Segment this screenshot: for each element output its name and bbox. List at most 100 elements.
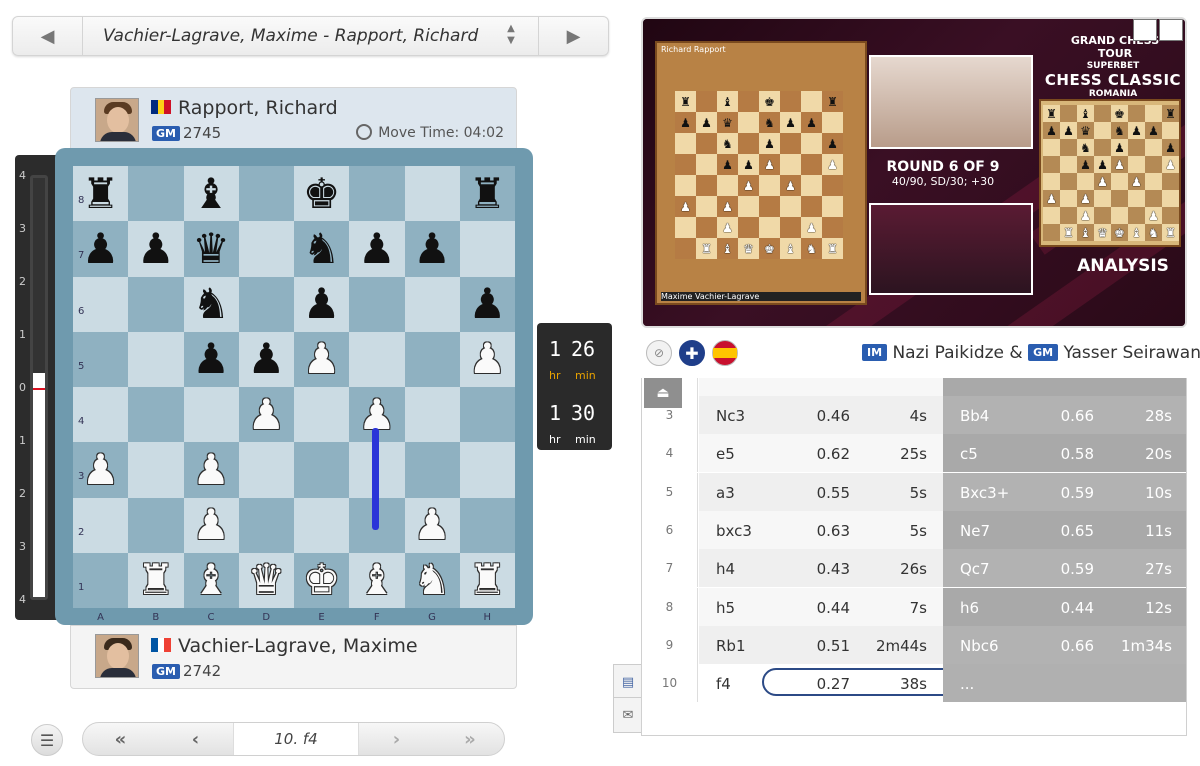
square-f6[interactable]	[349, 276, 405, 332]
square-g7[interactable]: ♟	[404, 221, 460, 277]
square-d1[interactable]: ♛	[238, 552, 294, 608]
black-move-cell[interactable]: h6 0.44 12s	[943, 587, 1186, 626]
square-c1[interactable]: ♝	[183, 552, 239, 608]
square-c3[interactable]: ♟	[183, 442, 239, 498]
square-a8[interactable]: 8 ♜	[73, 166, 129, 222]
black-pawn-icon[interactable]: ♟	[303, 283, 341, 325]
square-f7[interactable]: ♟	[349, 221, 405, 277]
previous-move-button[interactable]: ‹	[158, 723, 233, 755]
square-h5[interactable]: ♟	[459, 331, 515, 387]
black-move-cell[interactable]: c5 0.58 20s	[943, 434, 1186, 473]
menu-button[interactable]: ☰	[31, 724, 63, 756]
white-move-cell[interactable]: h4 0.43 26s	[699, 549, 943, 588]
square-h8[interactable]: ♜	[459, 166, 515, 222]
scroll-up-button[interactable]: ⏏	[644, 378, 682, 408]
white-king-icon[interactable]: ♚	[303, 559, 341, 601]
white-move-cell[interactable]: e5 0.62 25s	[699, 434, 943, 473]
white-move-cell[interactable]: bxc3 0.63 5s	[699, 510, 943, 549]
square-f8[interactable]	[349, 166, 405, 222]
square-f5[interactable]	[349, 331, 405, 387]
square-c5[interactable]: ♟	[183, 331, 239, 387]
black-king-icon[interactable]: ♚	[303, 172, 341, 215]
black-move-cell[interactable]: Bxc3+ 0.59 10s	[943, 472, 1186, 511]
black-rook-icon[interactable]: ♜	[82, 172, 120, 215]
square-b6[interactable]	[128, 276, 184, 332]
square-d5[interactable]: ♟	[238, 331, 294, 387]
square-b5[interactable]	[128, 331, 184, 387]
white-pawn-icon[interactable]: ♟	[192, 504, 230, 546]
chat-tab[interactable]: ✉	[613, 697, 643, 733]
square-a5[interactable]: 5	[73, 331, 129, 387]
square-h6[interactable]: ♟	[459, 276, 515, 332]
white-move-cell[interactable]: a3 0.55 5s	[699, 472, 943, 511]
black-knight-icon[interactable]: ♞	[303, 227, 341, 270]
square-g4[interactable]	[404, 387, 460, 443]
square-h4[interactable]	[459, 387, 515, 443]
last-move-button[interactable]: »	[434, 723, 506, 755]
white-pawn-icon[interactable]: ♟	[303, 338, 341, 380]
square-e6[interactable]: ♟	[294, 276, 350, 332]
square-e3[interactable]	[294, 442, 350, 498]
white-knight-icon[interactable]: ♞	[413, 559, 451, 601]
spanish-commentary-button[interactable]	[712, 340, 738, 366]
square-a4[interactable]: 4	[73, 387, 129, 443]
square-e5[interactable]: ♟	[294, 331, 350, 387]
black-pawn-icon[interactable]: ♟	[469, 283, 507, 325]
fullscreen-button[interactable]	[1159, 19, 1183, 41]
square-e1[interactable]: ♚	[294, 552, 350, 608]
square-b8[interactable]	[128, 166, 184, 222]
square-d6[interactable]	[238, 276, 294, 332]
square-d3[interactable]	[238, 442, 294, 498]
black-pawn-icon[interactable]: ♟	[192, 338, 230, 380]
square-b7[interactable]: ♟	[128, 221, 184, 277]
square-b2[interactable]	[128, 497, 184, 553]
black-move-cell[interactable]: Nbc6 0.66 1m34s	[943, 625, 1186, 664]
square-c6[interactable]: ♞	[183, 276, 239, 332]
picture-in-picture-button[interactable]	[1133, 19, 1157, 41]
square-b4[interactable]	[128, 387, 184, 443]
sort-icon[interactable]: ▲ ▼	[501, 23, 521, 49]
black-pawn-icon[interactable]: ♟	[413, 227, 451, 270]
square-e4[interactable]	[294, 387, 350, 443]
white-move-cell[interactable]: h5 0.44 7s	[699, 587, 943, 626]
black-move-cell[interactable]: Bb4 0.66 28s	[943, 396, 1186, 434]
square-g5[interactable]	[404, 331, 460, 387]
square-d2[interactable]	[238, 497, 294, 553]
square-d8[interactable]	[238, 166, 294, 222]
square-a1[interactable]: 1	[73, 552, 129, 608]
white-rook-icon[interactable]: ♜	[469, 559, 507, 601]
square-h1[interactable]: ♜	[459, 552, 515, 608]
moves-tab[interactable]: ▤	[613, 664, 643, 700]
black-move-cell[interactable]: Qc7 0.59 27s	[943, 549, 1186, 588]
square-b3[interactable]	[128, 442, 184, 498]
square-c7[interactable]: ♛	[183, 221, 239, 277]
white-move-cell[interactable]: Rb1 0.51 2m44s	[699, 625, 943, 664]
white-queen-icon[interactable]: ♛	[248, 559, 286, 601]
square-b1[interactable]: ♜	[128, 552, 184, 608]
black-knight-icon[interactable]: ♞	[192, 283, 230, 325]
black-rook-icon[interactable]: ♜	[469, 172, 507, 215]
previous-game-button[interactable]: ◀	[13, 17, 83, 55]
white-pawn-icon[interactable]: ♟	[413, 504, 451, 546]
black-pawn-icon[interactable]: ♟	[248, 338, 286, 380]
square-c8[interactable]: ♝	[183, 166, 239, 222]
next-move-button[interactable]: ›	[359, 723, 434, 755]
no-audio-button[interactable]: ⊘	[646, 340, 672, 366]
square-g8[interactable]	[404, 166, 460, 222]
square-f1[interactable]: ♝	[349, 552, 405, 608]
black-move-cell[interactable]: ...	[943, 664, 1186, 703]
square-e2[interactable]	[294, 497, 350, 553]
square-a6[interactable]: 6	[73, 276, 129, 332]
english-commentary-button[interactable]: ✚	[679, 340, 705, 366]
square-a3[interactable]: 3 ♟	[73, 442, 129, 498]
game-title[interactable]: Vachier-Lagrave, Maxime - Rapport, Richa…	[103, 26, 478, 46]
next-game-button[interactable]: ▶	[538, 17, 608, 55]
black-move-cell[interactable]: Ne7 0.65 11s	[943, 510, 1186, 549]
broadcast-video[interactable]: Richard Rapport ♜ ♝ ♚ ♜ ♟ ♟ ♛ ♞ ♟ ♟ ♞ ♟ ♟ ♟ ♟ ♟ ♟ ♟ ♟ ♟ ♟ ♟ ♟ ♜…	[641, 17, 1187, 328]
square-g3[interactable]	[404, 442, 460, 498]
square-h7[interactable]	[459, 221, 515, 277]
black-bishop-icon[interactable]: ♝	[192, 172, 230, 215]
square-c2[interactable]: ♟	[183, 497, 239, 553]
white-pawn-icon[interactable]: ♟	[248, 393, 286, 436]
square-d7[interactable]	[238, 221, 294, 277]
